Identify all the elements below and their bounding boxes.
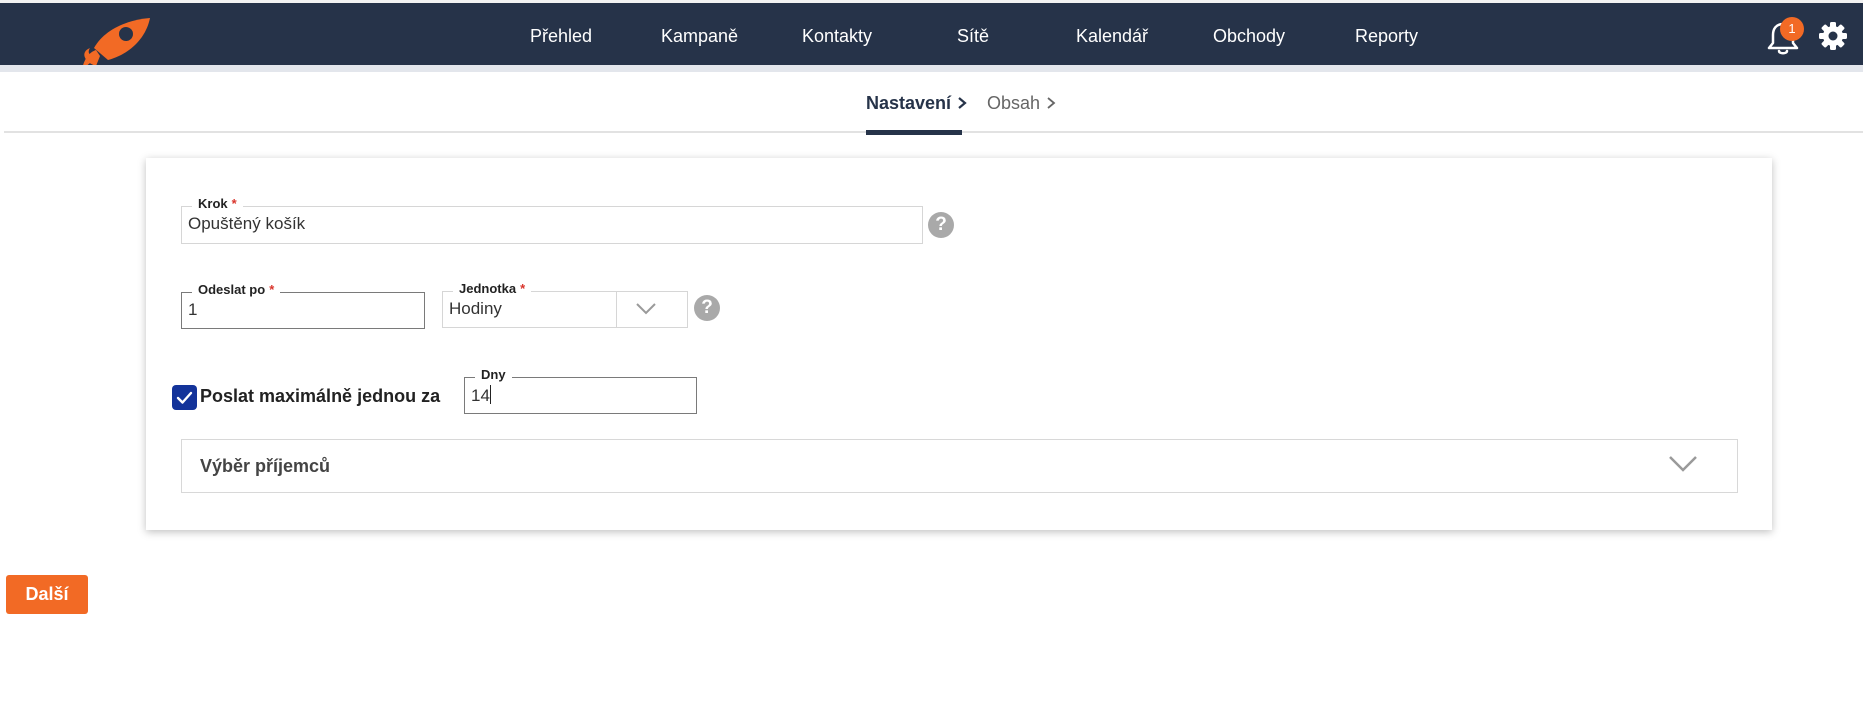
nav-item-obchody[interactable]: Obchody bbox=[1213, 25, 1285, 47]
recipients-accordion[interactable]: Výběr příjemců bbox=[181, 439, 1738, 493]
send-after-input[interactable]: Odeslat po * 1 bbox=[181, 282, 425, 329]
check-icon bbox=[176, 391, 193, 404]
chevron-right-icon bbox=[1047, 97, 1056, 109]
navbar: Přehled Kampaně Kontakty Sítě Kalendář O… bbox=[0, 3, 1863, 70]
nav-item-kontakty[interactable]: Kontakty bbox=[802, 25, 872, 47]
nav-item-kampane[interactable]: Kampaně bbox=[661, 25, 738, 47]
notification-count-badge[interactable]: 1 bbox=[1780, 17, 1804, 41]
nav-item-site[interactable]: Sítě bbox=[957, 25, 989, 47]
chevron-down-icon[interactable] bbox=[635, 302, 657, 316]
text-cursor bbox=[489, 385, 491, 404]
unit-select[interactable]: Jednotka * Hodiny bbox=[442, 281, 688, 328]
nav-item-kalendar[interactable]: Kalendář bbox=[1076, 25, 1148, 47]
nav-item-prehled[interactable]: Přehled bbox=[530, 25, 592, 47]
days-label: Dny bbox=[475, 367, 512, 383]
select-divider bbox=[616, 292, 617, 327]
rocket-logo-icon[interactable] bbox=[74, 18, 154, 70]
next-button[interactable]: Další bbox=[6, 575, 88, 614]
active-step-indicator bbox=[866, 130, 962, 135]
gear-icon[interactable] bbox=[1818, 21, 1848, 51]
step-tab-settings[interactable]: Nastavení bbox=[866, 92, 967, 114]
navbar-underline bbox=[0, 65, 1863, 72]
send-after-label: Odeslat po * bbox=[192, 282, 281, 298]
nav-item-reporty[interactable]: Reporty bbox=[1355, 25, 1418, 47]
recipients-accordion-title: Výběr příjemců bbox=[200, 456, 331, 476]
chevron-right-icon bbox=[958, 97, 967, 109]
step-tab-content[interactable]: Obsah bbox=[987, 92, 1056, 114]
step-name-label: Krok * bbox=[192, 196, 243, 212]
step-label: Obsah bbox=[987, 93, 1041, 113]
max-once-label[interactable]: Poslat maximálně jednou za bbox=[200, 385, 440, 407]
max-once-checkbox[interactable] bbox=[172, 385, 197, 410]
step-name-field[interactable]: Krok * Opuštěný košík bbox=[181, 196, 923, 244]
days-input[interactable]: Dny 14 bbox=[464, 367, 697, 414]
help-icon[interactable]: ? bbox=[694, 295, 720, 321]
send-after-value: 1 bbox=[188, 300, 198, 319]
help-icon[interactable]: ? bbox=[928, 212, 954, 238]
chevron-down-icon bbox=[1669, 456, 1697, 472]
unit-value: Hodiny bbox=[449, 299, 502, 318]
step-label: Nastavení bbox=[866, 93, 952, 113]
unit-label: Jednotka * bbox=[453, 281, 532, 297]
step-name-value: Opuštěný košík bbox=[188, 214, 306, 233]
days-value: 14 bbox=[471, 385, 491, 405]
